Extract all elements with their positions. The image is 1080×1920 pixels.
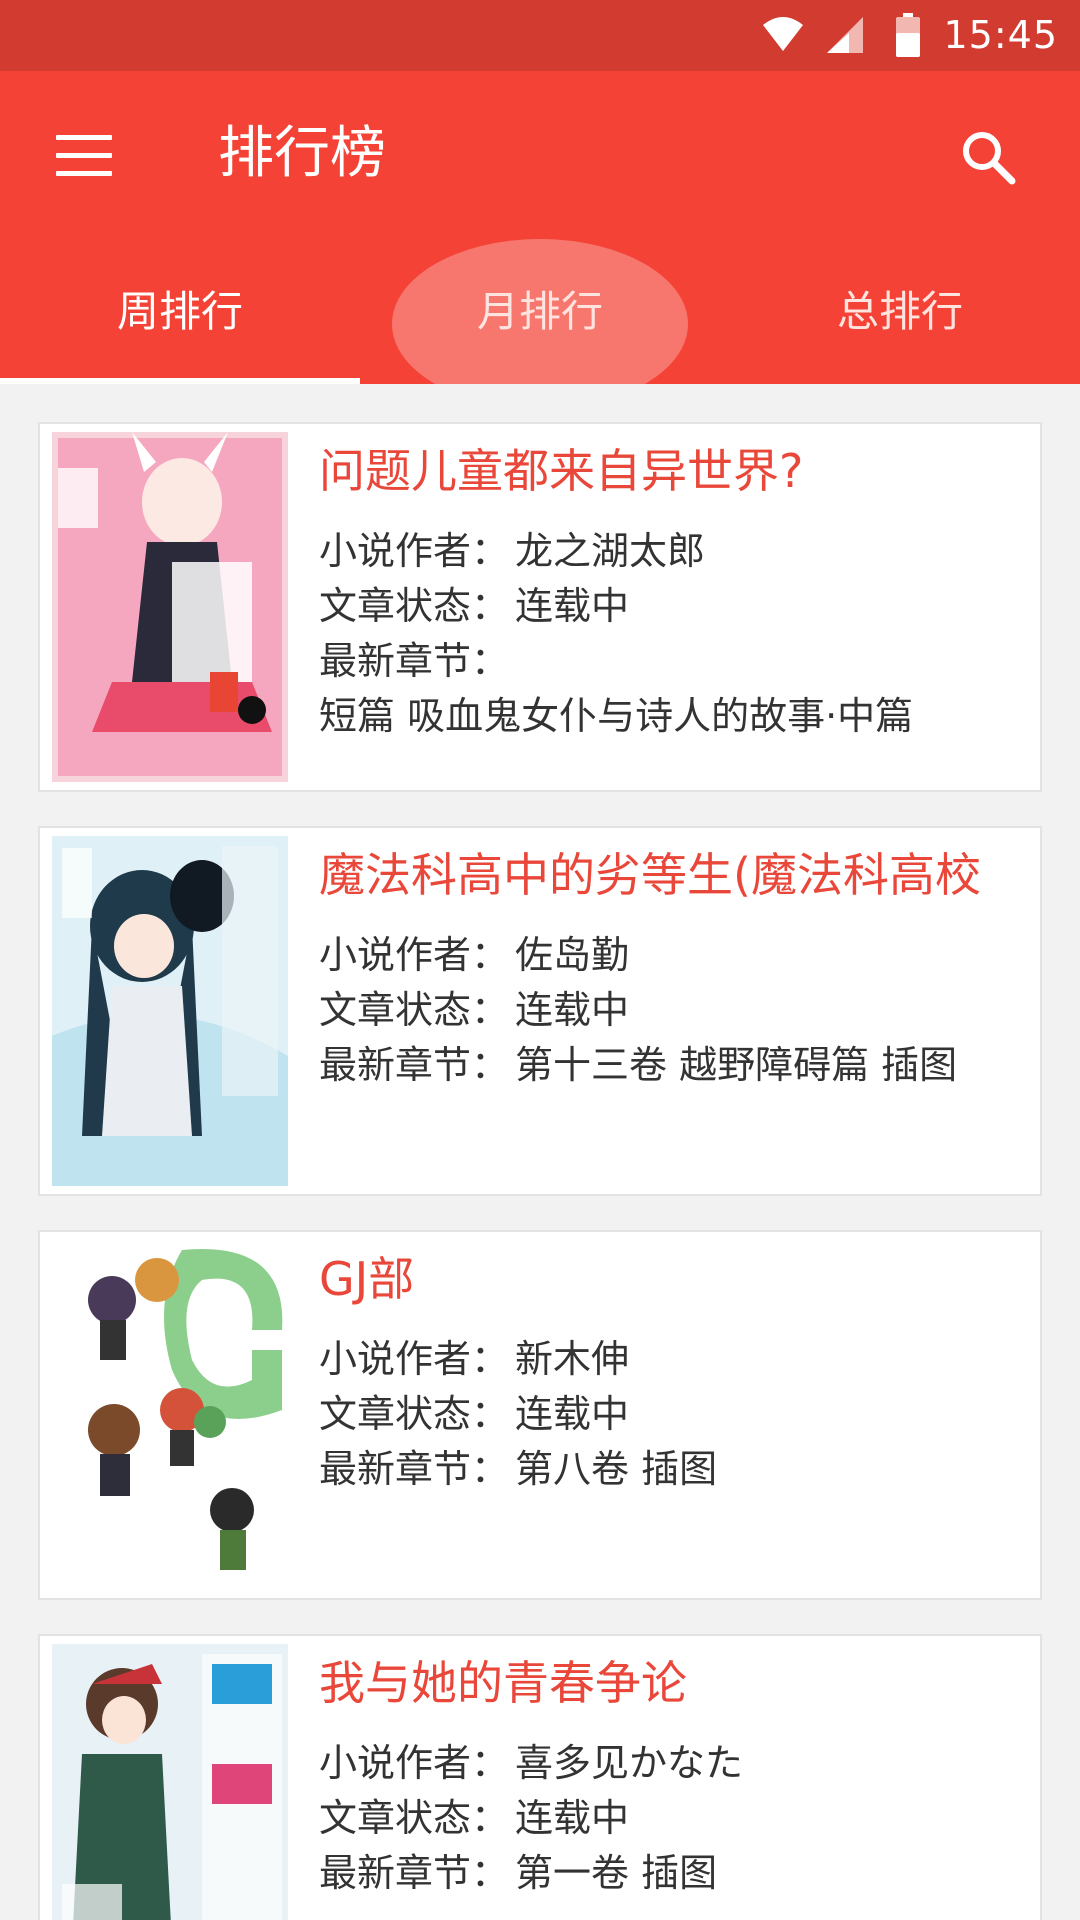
battery-icon xyxy=(896,13,921,57)
status-value: 连载中 xyxy=(515,1392,630,1436)
hamburger-icon xyxy=(56,135,112,140)
book-card[interactable]: 问题儿童都来自异世界? 小说作者： 龙之湖太郎 文章状态： 连载中 最新章节： 短篇… xyxy=(38,422,1042,792)
status-time: 15:45 xyxy=(943,13,1058,57)
latest-label: 最新章节： xyxy=(319,1447,510,1491)
author-label: 小说作者： xyxy=(319,1337,510,1381)
book-title: 魔法科高中的劣等生(魔法科高校 xyxy=(319,848,981,902)
book-cover xyxy=(52,432,288,782)
book-title: 我与她的青春争论 xyxy=(319,1656,687,1710)
page-title: 排行榜 xyxy=(218,121,386,186)
author-value: 新木伸 xyxy=(515,1337,630,1381)
status-label: 文章状态： xyxy=(319,584,510,628)
status-bar: 15:45 xyxy=(0,0,1080,71)
book-title: 问题儿童都来自异世界? xyxy=(319,444,804,498)
status-value: 连载中 xyxy=(515,1796,630,1840)
latest-value: 第一卷 插图 xyxy=(515,1851,718,1895)
tab-bar: 周排行 月排行 总排行 xyxy=(0,239,1080,384)
status-label: 文章状态： xyxy=(319,988,510,1032)
latest-value: 第八卷 插图 xyxy=(515,1447,718,1491)
status-label: 文章状态： xyxy=(319,1796,510,1840)
cellular-signal-icon xyxy=(827,17,864,53)
status-label: 文章状态： xyxy=(319,1392,510,1436)
latest-label: 最新章节： xyxy=(319,639,510,683)
search-button[interactable] xyxy=(958,127,1018,187)
latest-value: 第十三卷 越野障碍篇 插图 xyxy=(515,1043,958,1087)
status-value: 连载中 xyxy=(515,584,630,628)
wifi-icon xyxy=(763,17,804,51)
book-cover xyxy=(52,1644,288,1920)
cover-illustration xyxy=(52,836,288,1186)
book-title: GJ部 xyxy=(319,1252,415,1306)
book-card[interactable]: 我与她的青春争论 小说作者： 喜多见かなた 文章状态： 连载中 最新章节： 第一卷 插… xyxy=(38,1634,1042,1920)
book-cover xyxy=(52,836,288,1186)
author-value: 喜多见かなた xyxy=(515,1741,744,1785)
latest-label: 最新章节： xyxy=(319,1043,510,1087)
ranking-list: 问题儿童都来自异世界? 小说作者： 龙之湖太郎 文章状态： 连载中 最新章节： 短篇… xyxy=(0,384,1080,1920)
author-value: 龙之湖太郎 xyxy=(515,529,706,573)
author-value: 佐岛勤 xyxy=(515,933,630,977)
latest-label: 最新章节： xyxy=(319,1851,510,1895)
book-card[interactable]: 魔法科高中的劣等生(魔法科高校 小说作者： 佐岛勤 文章状态： 连载中 最新章节：第… xyxy=(38,826,1042,1196)
search-icon xyxy=(963,132,1016,185)
author-label: 小说作者： xyxy=(319,529,510,573)
cover-illustration xyxy=(52,1240,288,1590)
menu-button[interactable] xyxy=(56,135,112,176)
tab-monthly[interactable]: 月排行 xyxy=(360,239,720,384)
author-label: 小说作者： xyxy=(319,1741,510,1785)
author-label: 小说作者： xyxy=(319,933,510,977)
tab-weekly[interactable]: 周排行 xyxy=(0,239,360,384)
book-cover xyxy=(52,1240,288,1590)
app-bar: 排行榜 xyxy=(0,71,1080,239)
cover-illustration xyxy=(52,432,288,782)
tab-overall[interactable]: 总排行 xyxy=(720,239,1080,384)
latest-value-continued: 短篇 吸血鬼女仆与诗人的故事·中篇 xyxy=(319,694,914,738)
cover-illustration xyxy=(52,1644,288,1920)
status-value: 连载中 xyxy=(515,988,630,1032)
book-card[interactable]: GJ部 小说作者： 新木伸 文章状态： 连载中 最新章节： 第八卷 插图 xyxy=(38,1230,1042,1600)
